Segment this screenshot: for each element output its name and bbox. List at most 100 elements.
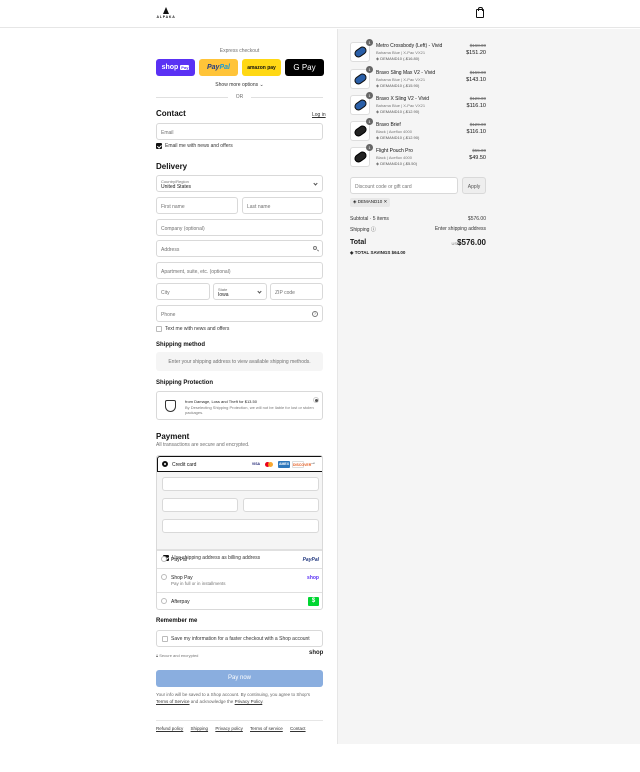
zip-field[interactable]: ZIP code [270, 283, 323, 300]
footer-link-privacy[interactable]: Privacy policy [215, 726, 243, 731]
site-header: ALPAKA [0, 0, 640, 28]
paypal-option[interactable]: PayPal PayPal [157, 550, 322, 568]
remember-me-option[interactable]: Save my information for a faster checkou… [156, 630, 323, 647]
quantity-badge: 1 [366, 39, 373, 46]
paypal-radio[interactable] [161, 556, 167, 562]
remove-discount-icon[interactable]: ✕ [384, 199, 388, 204]
payment-methods: Credit card VISA AMEX DISCOVER → Use shi… [156, 455, 323, 610]
original-price: $55.00 [472, 148, 486, 153]
shipping-value: Enter shipping address [434, 226, 486, 232]
quantity-badge: 1 [366, 118, 373, 125]
security-code-input[interactable] [243, 498, 319, 512]
discount-tag: ◈ DEMAND10 ✕ [350, 198, 391, 207]
state-select[interactable]: State Iowa [213, 283, 267, 300]
protection-toggle[interactable] [313, 397, 319, 403]
text-news-option[interactable]: Text me with news and offers [156, 326, 229, 332]
product-discount: DEMAND10 (-$16.80) [376, 56, 419, 61]
shop-pay-logo: shop [307, 575, 319, 581]
pay-now-button[interactable]: Pay now [156, 670, 323, 687]
footer-link-shipping[interactable]: Shipping [191, 726, 209, 731]
discover-icon: DISCOVER [292, 461, 312, 468]
product-discount: DEMAND10 (-$12.90) [376, 109, 419, 114]
product-variant: Black | Aceflux 4000 [376, 155, 412, 160]
email-news-option[interactable]: Email me with news and offers [156, 143, 233, 149]
protection-title: from Damage, Loss and Theft for $13.50 [185, 399, 257, 404]
paypal-button[interactable]: Pay Pal [199, 59, 238, 76]
order-summary: 1 Metro Crossbody (Left) - Vivid Bahama Bl… [337, 29, 640, 744]
email-field[interactable]: Email [156, 123, 323, 140]
product-discount: DEMAND10 (-$5.50) [376, 161, 417, 166]
credit-card-label: Credit card [172, 462, 197, 468]
shop-pay-text: shop [161, 64, 179, 71]
footer-link-refund[interactable]: Refund policy [156, 726, 183, 731]
secure-text: Secure and encrypted [159, 653, 199, 658]
savings-label: TOTAL SAVINGS [354, 250, 391, 255]
remember-me-checkbox[interactable] [162, 636, 168, 642]
shipping-row: Shipping ⓘ Enter shipping address [350, 226, 486, 233]
express-checkout-title: Express checkout [219, 48, 260, 54]
shipping-protection-option[interactable]: from Damage, Loss and Theft for $13.50 B… [156, 391, 323, 420]
text-news-checkbox[interactable] [156, 326, 162, 332]
discount-code-input[interactable]: Discount code or gift card [350, 177, 458, 194]
card-number-input[interactable] [162, 477, 319, 491]
country-select[interactable]: Country/Region United States [156, 175, 323, 192]
shopping-bag-icon[interactable] [476, 7, 484, 18]
shop-pay-option[interactable]: Shop Pay Pay in full or in installments … [157, 568, 322, 592]
cart-item: 1 Metro Crossbody (Left) - Vivid Bahama Bl… [350, 39, 486, 68]
city-field[interactable]: City [156, 283, 210, 300]
original-price: $129.00 [469, 122, 486, 127]
original-price: $129.00 [469, 96, 486, 101]
shop-logo: shop [309, 650, 324, 656]
discount-tag-code: DEMAND10 [357, 199, 383, 204]
mastercard-icon [264, 461, 276, 468]
shipping-method-heading: Shipping method [156, 342, 205, 348]
company-field[interactable]: Company (optional) [156, 219, 323, 236]
footer-divider [156, 720, 323, 721]
bag-image [352, 71, 369, 87]
expiry-input[interactable] [162, 498, 238, 512]
first-name-field[interactable]: First name [156, 197, 238, 214]
last-name-field[interactable]: Last name [242, 197, 323, 214]
cart-item: 1Flight Pouch ProBlack | Aceflux 4000DEM… [350, 144, 486, 173]
address-field[interactable]: Address [156, 240, 323, 257]
apply-discount-button[interactable]: Apply [462, 177, 486, 194]
credit-card-option[interactable]: Credit card VISA AMEX DISCOVER → [157, 456, 322, 472]
cart-item: 1 Bravo Sling Max V2 - Vivid Bahama Blue |… [350, 66, 486, 95]
terms-of-service-link[interactable]: Terms of Service [156, 699, 190, 704]
cart-item: 1 Bravo X Sling V2 - Vivid Bahama Blue | X… [350, 92, 486, 121]
afterpay-radio[interactable] [161, 598, 167, 604]
footer-link-terms[interactable]: Terms of service [250, 726, 283, 731]
shop-pay-button[interactable]: shop Pay [156, 59, 195, 76]
phone-field[interactable]: Phone ? [156, 305, 323, 322]
afterpay-option[interactable]: Afterpay $ [157, 592, 322, 609]
email-news-checkbox[interactable] [156, 143, 162, 149]
brand-name: ALPAKA [156, 15, 176, 19]
google-pay-button[interactable]: G Pay [285, 59, 324, 76]
amazon-pay-button[interactable]: amazon pay [242, 59, 281, 76]
logo-mark-icon [163, 7, 169, 14]
shop-pay-radio[interactable] [161, 574, 167, 580]
login-link[interactable]: Log in [312, 112, 326, 118]
original-price: $159.00 [469, 70, 486, 75]
name-on-card-input[interactable] [162, 519, 319, 533]
apartment-field[interactable]: Apartment, suite, etc. (optional) [156, 262, 323, 279]
or-divider: OR [156, 94, 323, 100]
footer-links: Refund policy Shipping Privacy policy Te… [156, 726, 312, 731]
brand-logo[interactable]: ALPAKA [156, 7, 176, 19]
privacy-policy-link[interactable]: Privacy Policy [235, 699, 263, 704]
legal-text-2: and acknowledge the [190, 699, 234, 704]
footer-link-contact[interactable]: Contact [290, 726, 306, 731]
product-variant: Bahama Blue | X-Pac VX21 [376, 50, 426, 55]
legal-text-end: . [262, 699, 264, 704]
search-icon [313, 246, 317, 250]
show-more-options-link[interactable]: Show more options ⌄ [156, 82, 323, 88]
total-row: Total USD $576.00 [350, 238, 486, 247]
paypal-text-a: Pay [207, 64, 220, 71]
product-name: Bravo Brief [376, 122, 401, 128]
bag-image [352, 97, 369, 113]
bag-image [352, 123, 369, 139]
help-icon[interactable]: ? [312, 311, 318, 317]
phone-placeholder: Phone [161, 312, 176, 318]
address-placeholder: Address [161, 247, 180, 253]
credit-card-radio[interactable] [162, 461, 168, 467]
